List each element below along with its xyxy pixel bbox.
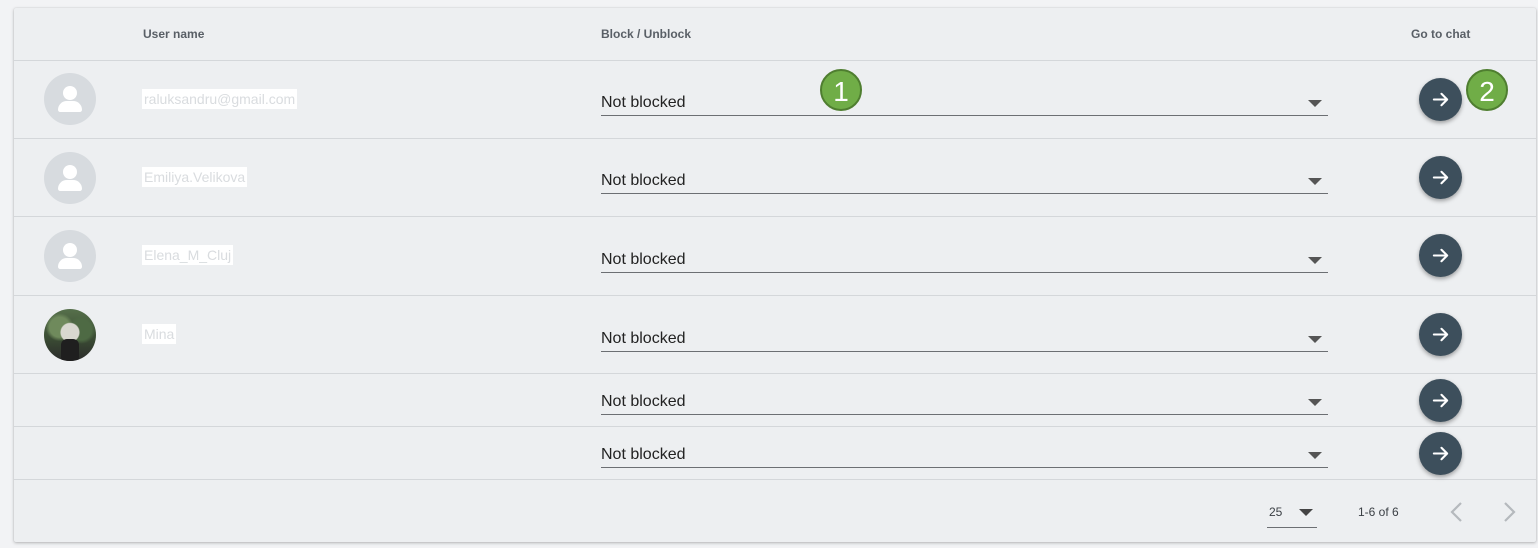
caret-down-icon (1308, 178, 1322, 185)
arrow-right-icon (1432, 248, 1449, 263)
annotation-badge-1: 1 (820, 69, 862, 111)
go-to-chat-button[interactable] (1419, 379, 1462, 422)
user-name: Mina (142, 324, 177, 344)
arrow-right-icon (1432, 327, 1449, 342)
block-status-select[interactable]: Not blocked (601, 443, 1328, 468)
user-name: raluksandru@gmail.com (142, 89, 298, 109)
table-row: Mina Not blocked (14, 296, 1536, 374)
user-name: Emiliya.Velikova (142, 167, 248, 187)
table-row: Not blocked (14, 374, 1536, 427)
prev-page-button[interactable] (1444, 497, 1470, 527)
table-header: User name Block / Unblock Go to chat (14, 8, 1536, 61)
arrow-right-icon (1432, 393, 1449, 408)
caret-down-icon (1299, 509, 1313, 516)
page-size-value: 25 (1269, 505, 1283, 519)
annotation-badge-2: 2 (1466, 69, 1508, 111)
caret-down-icon (1308, 399, 1322, 406)
table-row: Elena_M_Cluj Not blocked (14, 217, 1536, 296)
table-row: Not blocked (14, 427, 1536, 480)
chevron-right-icon (1504, 502, 1516, 522)
go-to-chat-button[interactable] (1419, 156, 1462, 199)
table-row: raluksandru@gmail.com Not blocked (14, 60, 1536, 139)
header-block-unblock: Block / Unblock (601, 27, 692, 41)
block-status-select[interactable]: Not blocked (601, 169, 1328, 194)
chevron-left-icon (1450, 502, 1462, 522)
block-status-select[interactable]: Not blocked (601, 91, 1328, 116)
default-avatar-icon (44, 230, 96, 282)
photo-avatar (44, 309, 96, 361)
block-status-value: Not blocked (601, 393, 686, 410)
block-status-value: Not blocked (601, 251, 686, 268)
blocked-users-table-card: User name Block / Unblock Go to chat ral… (14, 8, 1536, 542)
go-to-chat-button[interactable] (1419, 432, 1462, 475)
caret-down-icon (1308, 100, 1322, 107)
pagination-range: 1-6 of 6 (1358, 505, 1399, 519)
next-page-button[interactable] (1496, 497, 1522, 527)
header-user-name: User name (143, 27, 205, 41)
block-status-select[interactable]: Not blocked (601, 390, 1328, 415)
caret-down-icon (1308, 452, 1322, 459)
block-status-select[interactable]: Not blocked (601, 327, 1328, 352)
user-name: Elena_M_Cluj (142, 245, 234, 265)
caret-down-icon (1308, 257, 1322, 264)
block-status-value: Not blocked (601, 446, 686, 463)
page-size-select[interactable]: 25 (1267, 501, 1317, 528)
caret-down-icon (1308, 336, 1322, 343)
block-status-value: Not blocked (601, 172, 686, 189)
arrow-right-icon (1432, 446, 1449, 461)
go-to-chat-button[interactable] (1419, 78, 1462, 121)
pagination-footer: 25 1-6 of 6 (14, 479, 1536, 542)
arrow-right-icon (1432, 170, 1449, 185)
block-status-value: Not blocked (601, 94, 686, 111)
go-to-chat-button[interactable] (1419, 313, 1462, 356)
default-avatar-icon (44, 152, 96, 204)
block-status-value: Not blocked (601, 330, 686, 347)
block-status-select[interactable]: Not blocked (601, 248, 1328, 273)
default-avatar-icon (44, 73, 96, 125)
header-go-to-chat: Go to chat (1411, 27, 1471, 41)
arrow-right-icon (1432, 92, 1449, 107)
go-to-chat-button[interactable] (1419, 234, 1462, 277)
table-row: Emiliya.Velikova Not blocked (14, 139, 1536, 217)
